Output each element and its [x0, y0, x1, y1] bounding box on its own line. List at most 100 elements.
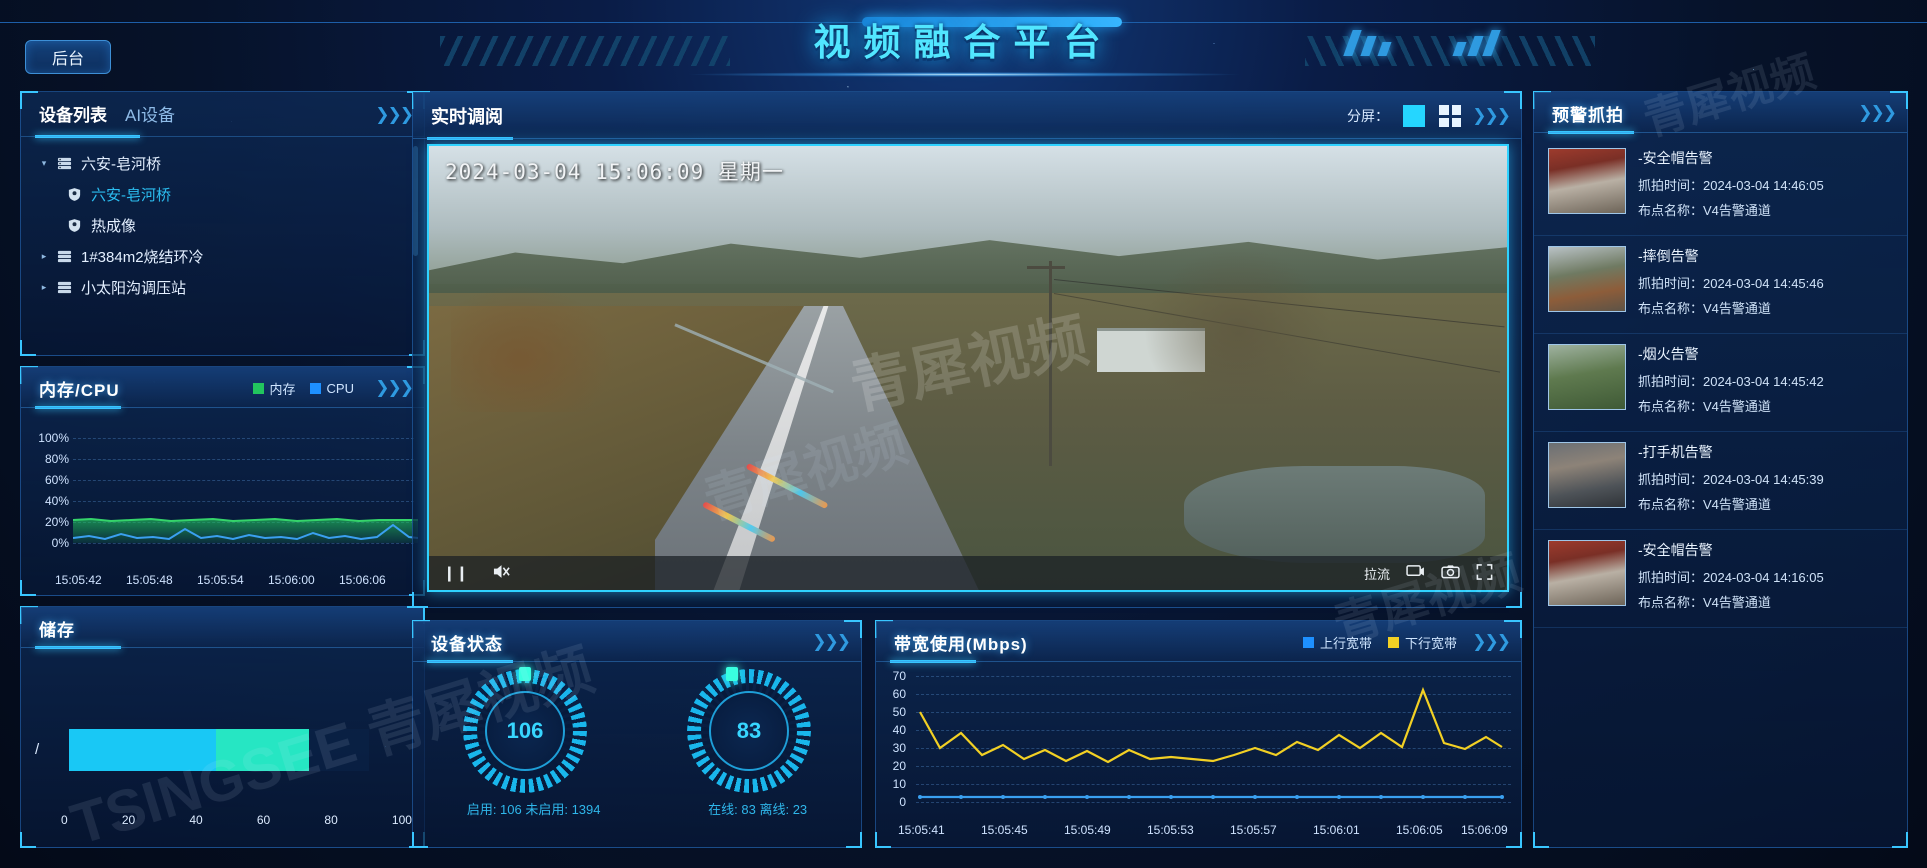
- tree-group-node[interactable]: ▸ 小太阳沟调压站: [21, 272, 424, 303]
- bandwidth-legend: 上行宽带 下行宽带: [1302, 633, 1457, 652]
- split-screen-label: 分屏：: [1347, 108, 1389, 124]
- device-list-tabs: 设备列表 AI设备 ❯❯❯: [21, 92, 424, 138]
- camera-icon[interactable]: [1441, 564, 1460, 582]
- single-screen-icon[interactable]: [1403, 105, 1425, 127]
- y-tick: 100%: [38, 431, 69, 445]
- tree-node-label: 六安-皂河桥: [81, 156, 161, 173]
- x-tick: 15:06:06: [339, 573, 386, 587]
- alarm-title: -烟火告警: [1638, 346, 1699, 362]
- legend-swatch-uplink: [1302, 636, 1314, 648]
- live-video-header: 实时调阅 分屏： ❯❯❯: [413, 92, 1521, 140]
- video-player[interactable]: 2024-03-04 15:06:09 星期一 青犀视频 ❙❙ 拉流: [427, 144, 1509, 592]
- alarm-time-value: 2024-03-04 14:16:05: [1703, 570, 1824, 585]
- panel-title: 实时调阅: [431, 107, 503, 127]
- caret-down-icon[interactable]: ▾: [35, 158, 53, 169]
- alarm-list[interactable]: -安全帽告警 抓拍时间：2024-03-04 14:46:05 布点名称：V4告…: [1534, 134, 1907, 844]
- y-tick: 40%: [44, 494, 69, 508]
- app-title-wrap: 视频融合平台: [0, 12, 1927, 66]
- y-tick: 10: [892, 777, 906, 791]
- alarm-channel: 布点名称：V4告警通道: [1638, 298, 1895, 317]
- caret-right-icon[interactable]: ▸: [35, 282, 53, 293]
- x-tick: 15:06:00: [268, 573, 315, 587]
- split-screen-control: 分屏：: [1347, 105, 1461, 127]
- storage-row-label: /: [35, 741, 40, 758]
- alarm-thumbnail[interactable]: [1548, 442, 1626, 508]
- alarm-title: -安全帽告警: [1638, 542, 1713, 558]
- panel-title: 设备状态: [431, 634, 503, 654]
- storage-bar: [69, 729, 369, 771]
- monitor-icon[interactable]: [1406, 564, 1425, 582]
- app-header: 视频融合平台 后台: [0, 0, 1927, 96]
- alarm-channel-label: 布点名称：: [1638, 203, 1704, 218]
- gauge-value-online: 83: [736, 718, 762, 743]
- quad-screen-icon[interactable]: [1439, 105, 1461, 127]
- bandwidth-more-icon[interactable]: ❯❯❯: [1472, 632, 1511, 652]
- alarm-channel-label: 布点名称：: [1638, 399, 1704, 414]
- y-tick: 0: [899, 795, 906, 809]
- caret-right-icon[interactable]: ▸: [35, 251, 53, 262]
- device-status-gauges: 0 106 83: [413, 663, 861, 793]
- device-status-more-icon[interactable]: ❯❯❯: [812, 632, 851, 652]
- x-tick: 15:05:45: [981, 823, 1028, 837]
- back-to-admin-button[interactable]: 后台: [25, 40, 111, 74]
- alarm-list-item[interactable]: -安全帽告警 抓拍时间：2024-03-04 14:46:05 布点名称：V4告…: [1534, 138, 1907, 236]
- panel-title: 内存/CPU: [39, 380, 120, 400]
- video-pond: [1183, 465, 1486, 564]
- alarm-more-icon[interactable]: ❯❯❯: [1858, 103, 1897, 123]
- gauge-enabled: 0 106: [463, 667, 587, 793]
- memory-cpu-more-icon[interactable]: ❯❯❯: [375, 378, 414, 398]
- stream-pull-label[interactable]: 拉流: [1364, 564, 1390, 583]
- alarm-list-item[interactable]: -烟火告警 抓拍时间：2024-03-04 14:45:42 布点名称：V4告警…: [1534, 334, 1907, 432]
- alarm-thumbnail[interactable]: [1548, 540, 1626, 606]
- alarm-time-label: 抓拍时间：: [1638, 178, 1704, 193]
- alarm-list-item[interactable]: -安全帽告警 抓拍时间：2024-03-04 14:16:05 布点名称：V4告…: [1534, 530, 1907, 628]
- device-list-more-icon[interactable]: ❯❯❯: [375, 105, 414, 125]
- video-tree-right: [1140, 243, 1335, 404]
- live-video-more-icon[interactable]: ❯❯❯: [1472, 106, 1511, 126]
- alarm-time-value: 2024-03-04 14:45:46: [1703, 276, 1824, 291]
- gauge-online: 83: [687, 667, 811, 793]
- x-tick: 15:05:42: [55, 573, 102, 587]
- live-video-panel: 实时调阅 分屏： ❯❯❯ 2024-03-04 15:06:09 星期一 青犀视…: [412, 91, 1522, 608]
- alarm-channel: 布点名称：V4告警通道: [1638, 396, 1895, 415]
- alarm-time-value: 2024-03-04 14:45:42: [1703, 374, 1824, 389]
- alarm-list-item[interactable]: -打手机告警 抓拍时间：2024-03-04 14:45:39 布点名称：V4告…: [1534, 432, 1907, 530]
- memory-cpu-panel: 内存/CPU 内存 CPU ❯❯❯ 100% 80% 60% 40% 20% 0…: [20, 366, 425, 596]
- alarm-channel: 布点名称：V4告警通道: [1638, 494, 1895, 513]
- tree-node-label: 1#384m2烧结环冷: [81, 249, 204, 266]
- storage-header: 储存: [21, 607, 424, 649]
- alarm-time: 抓拍时间：2024-03-04 14:46:05: [1638, 175, 1895, 194]
- alarm-list-item[interactable]: -摔倒告警 抓拍时间：2024-03-04 14:45:46 布点名称：V4告警…: [1534, 236, 1907, 334]
- bandwidth-chart: 70 60 50 40 30 20 10 0 15:05:41 15:05:45…: [876, 663, 1521, 839]
- y-tick: 20: [892, 759, 906, 773]
- tree-camera-node-selected[interactable]: 六安-皂河桥: [21, 179, 424, 210]
- fullscreen-icon[interactable]: [1476, 563, 1493, 583]
- y-tick: 70: [892, 669, 906, 683]
- alarm-channel: 布点名称：V4告警通道: [1638, 200, 1895, 219]
- memory-cpu-header: 内存/CPU 内存 CPU ❯❯❯: [21, 367, 424, 409]
- alarm-channel: 布点名称：V4告警通道: [1638, 592, 1895, 611]
- memory-cpu-legend: 内存 CPU: [252, 379, 354, 398]
- pause-icon[interactable]: ❙❙: [443, 564, 468, 582]
- x-tick: 60: [256, 813, 271, 827]
- tree-node-label: 六安-皂河桥: [91, 187, 171, 204]
- alarm-time-value: 2024-03-04 14:46:05: [1703, 178, 1824, 193]
- gauge-value-enabled: 106: [506, 718, 544, 743]
- dashboard-root: 视频融合平台 后台 设备列表 AI设备 ❯❯❯ ▾ 六安-皂河桥 六安-皂河桥 …: [0, 0, 1927, 868]
- alarm-thumbnail[interactable]: [1548, 148, 1626, 214]
- tree-group-node[interactable]: ▸ 1#384m2烧结环冷: [21, 241, 424, 272]
- tab-device-list[interactable]: 设备列表: [39, 101, 107, 130]
- tree-group-node[interactable]: ▾ 六安-皂河桥: [21, 148, 424, 179]
- alarm-thumbnail[interactable]: [1548, 344, 1626, 410]
- tree-node-label: 热成像: [91, 218, 137, 235]
- x-tick: 80: [324, 813, 338, 827]
- x-tick: 15:06:05: [1396, 823, 1443, 837]
- alarm-thumbnail[interactable]: [1548, 246, 1626, 312]
- video-timestamp-overlay: 2024-03-04 15:06:09 星期一: [445, 160, 784, 184]
- alarm-channel-label: 布点名称：: [1638, 595, 1704, 610]
- tab-ai-device[interactable]: AI设备: [125, 101, 175, 130]
- tree-camera-node[interactable]: 热成像: [21, 210, 424, 241]
- alarm-capture-panel: 预警抓拍 ❯❯❯ -安全帽告警 抓拍时间：2024-03-04 14:46:05…: [1533, 91, 1908, 848]
- alarm-channel-value: V4告警通道: [1703, 399, 1771, 414]
- volume-mute-icon[interactable]: [492, 563, 511, 584]
